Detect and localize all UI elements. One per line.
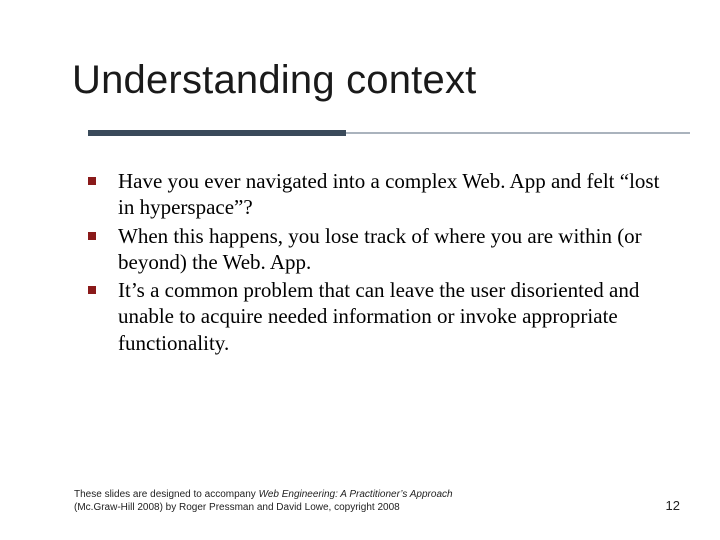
- list-item: When this happens, you lose track of whe…: [88, 223, 670, 276]
- bullet-text: When this happens, you lose track of whe…: [118, 223, 670, 276]
- bullet-text: Have you ever navigated into a complex W…: [118, 168, 670, 221]
- square-bullet-icon: [88, 177, 96, 185]
- square-bullet-icon: [88, 232, 96, 240]
- square-bullet-icon: [88, 286, 96, 294]
- bullet-text: It’s a common problem that can leave the…: [118, 277, 670, 356]
- title-underline-dark: [88, 130, 346, 136]
- bullet-list: Have you ever navigated into a complex W…: [88, 168, 670, 358]
- slide-footer: These slides are designed to accompany W…: [74, 489, 680, 514]
- footer-line1-italic: Web Engineering: A Practitioner’s Approa…: [259, 489, 453, 500]
- list-item: It’s a common problem that can leave the…: [88, 277, 670, 356]
- title-underline-light: [346, 132, 690, 135]
- footer-line1-prefix: These slides are designed to accompany: [74, 489, 259, 500]
- list-item: Have you ever navigated into a complex W…: [88, 168, 670, 221]
- footer-line2: (Mc.Graw-Hill 2008) by Roger Pressman an…: [74, 502, 400, 513]
- page-number: 12: [666, 498, 680, 513]
- slide-title: Understanding context: [72, 58, 476, 103]
- footer-attribution: These slides are designed to accompany W…: [74, 489, 453, 514]
- slide: Understanding context Have you ever navi…: [0, 0, 720, 540]
